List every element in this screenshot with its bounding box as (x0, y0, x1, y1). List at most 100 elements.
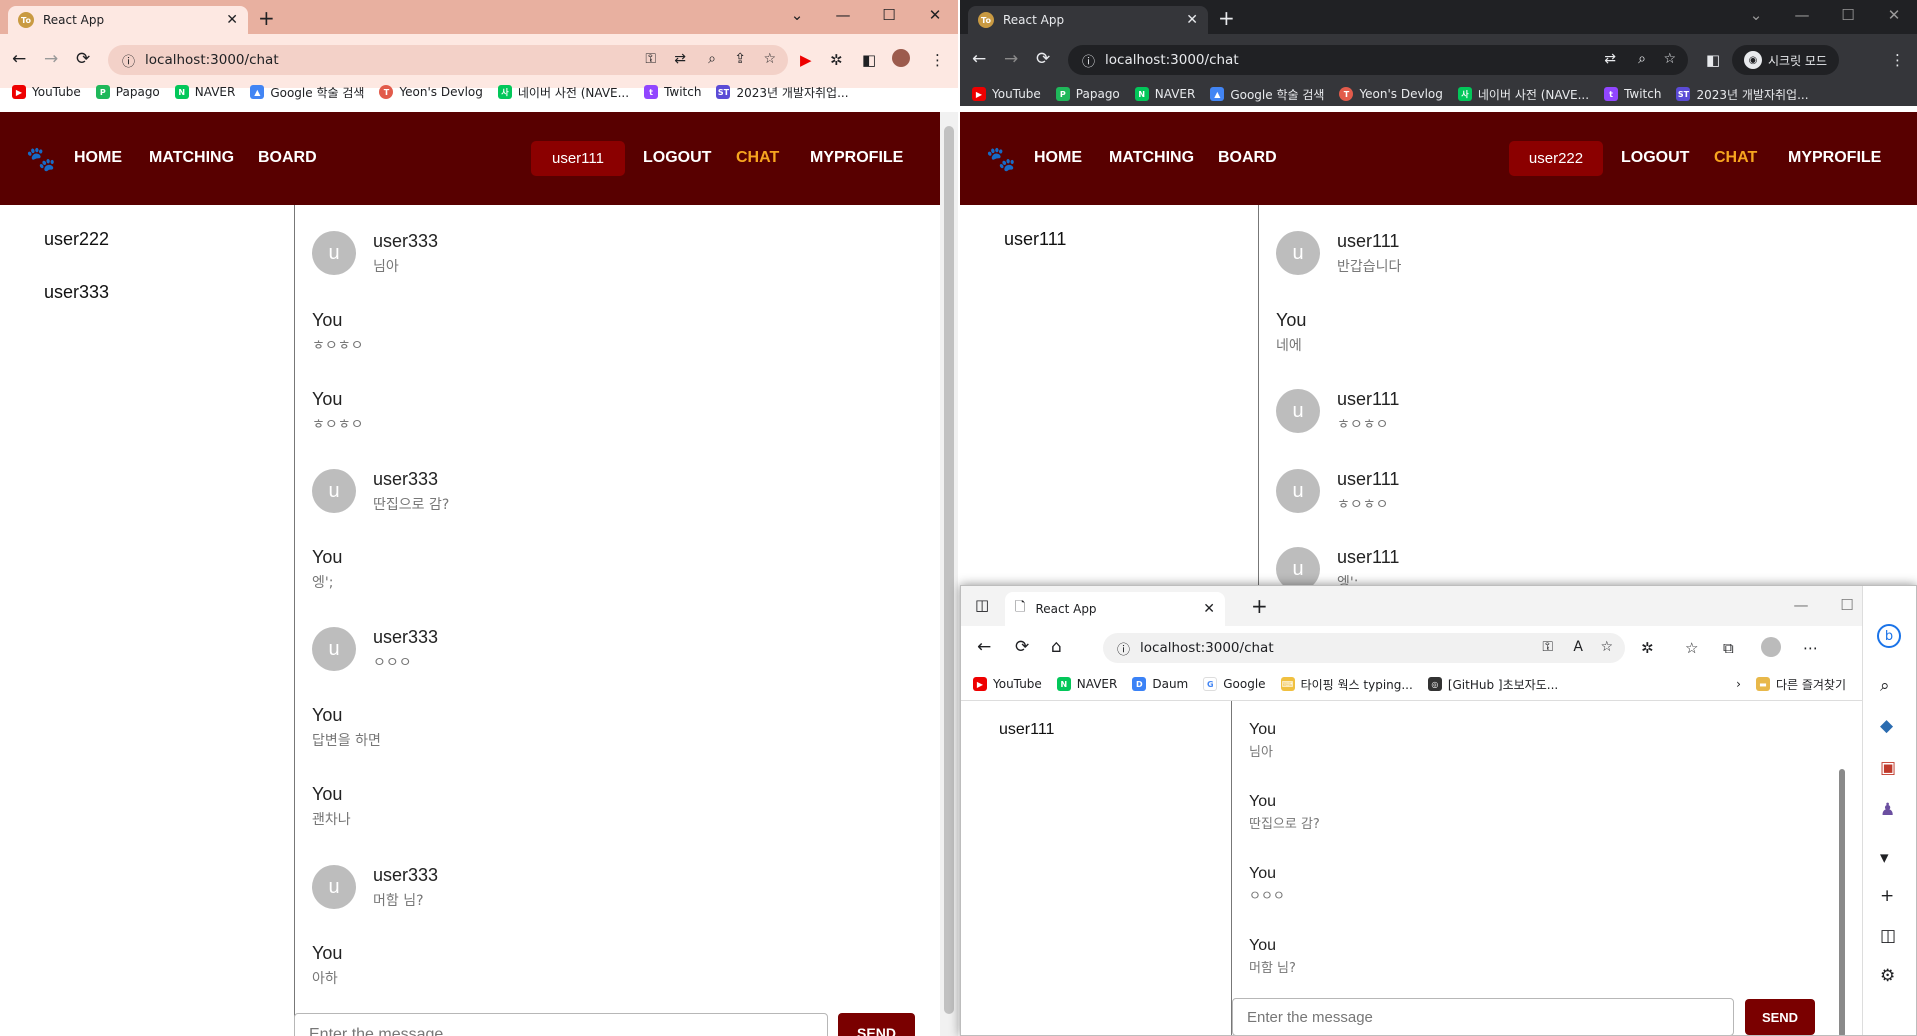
scrollbar[interactable] (940, 112, 958, 1036)
site-info-icon[interactable]: ⓘ (122, 51, 135, 70)
nav-logout[interactable]: LOGOUT (1621, 149, 1689, 167)
address-bar[interactable]: ⓘ localhost:3000/chat ⚿ ⇄ ⌕ ⇪ ☆ (108, 45, 788, 75)
forward-icon[interactable]: → (1004, 49, 1018, 69)
nav-board[interactable]: BOARD (1218, 149, 1277, 167)
settings-more-icon[interactable]: ⋯ (1803, 639, 1818, 657)
favorite-youtube[interactable]: ▶ YouTube (973, 677, 1042, 691)
back-icon[interactable]: ← (977, 637, 991, 657)
address-bar[interactable]: ⓘ localhost:3000/chat ⚿ A ☆ (1103, 633, 1625, 663)
current-user-pill[interactable]: user222 (1509, 141, 1603, 176)
bookmark-devlog[interactable]: T Yeon's Devlog (379, 85, 483, 99)
tools-briefcase-icon[interactable]: ▣ (1880, 758, 1896, 778)
reload-icon[interactable]: ⟳ (1036, 49, 1050, 69)
games-icon[interactable]: ♟ (1880, 800, 1895, 820)
extension-youtube-icon[interactable]: ▶ (800, 51, 812, 69)
translate-icon[interactable]: ⇄ (674, 51, 686, 67)
close-tab-icon[interactable]: ✕ (1203, 601, 1215, 617)
paw-logo-icon[interactable]: 🐾 (26, 145, 56, 174)
browser-tab[interactable]: To React App ✕ (8, 6, 248, 34)
bookmark-naver-dict[interactable]: 사 네이버 사전 (NAVE... (497, 84, 629, 101)
favorites-icon[interactable]: ☆ (1685, 639, 1698, 657)
new-tab-icon[interactable]: + (258, 8, 275, 28)
collections-icon[interactable]: ⧉ (1723, 639, 1734, 657)
favorite-github[interactable]: ◎ [GitHub ]초보자도... (1427, 676, 1558, 693)
bookmark-devlog[interactable]: T Yeon's Devlog (1339, 87, 1443, 101)
bookmark-google-scholar[interactable]: ▲ Google 학술 검색 (1210, 86, 1324, 103)
nav-matching[interactable]: MATCHING (149, 149, 234, 167)
bookmark-naver-dict[interactable]: 사 네이버 사전 (NAVE... (1457, 86, 1589, 103)
favorite-typing[interactable]: ⌨ 타이핑 웍스 typing... (1280, 676, 1413, 693)
more-favorites-chevron-icon[interactable]: › (1736, 677, 1741, 691)
site-info-icon[interactable]: ⓘ (1117, 639, 1130, 658)
bing-chat-icon[interactable]: b (1877, 624, 1901, 648)
scrollbar-thumb[interactable] (1839, 769, 1845, 1035)
menu-kebab-icon[interactable]: ⋮ (1890, 51, 1905, 69)
chat-room-item[interactable]: user111 (999, 721, 1054, 739)
bookmark-youtube[interactable]: ▶ YouTube (972, 87, 1041, 101)
close-window-icon[interactable]: ✕ (1871, 4, 1917, 26)
sidebar-settings-gear-icon[interactable]: ⚙ (1880, 966, 1895, 986)
nav-home[interactable]: HOME (74, 149, 122, 167)
message-input[interactable]: Enter the message (294, 1013, 828, 1036)
bookmark-dev-job[interactable]: ST 2023년 개발자취업... (1676, 86, 1809, 103)
bookmark-star-icon[interactable]: ☆ (1663, 51, 1676, 67)
address-bar[interactable]: ⓘ localhost:3000/chat ⇄ ⌕ ☆ (1068, 45, 1688, 75)
minimize-icon[interactable]: — (1779, 4, 1825, 26)
reload-icon[interactable]: ⟳ (1015, 637, 1029, 657)
send-button[interactable]: SEND (1745, 999, 1815, 1035)
bookmark-dev-job[interactable]: ST 2023년 개발자취업... (716, 84, 849, 101)
tab-actions-icon[interactable]: ◫ (975, 596, 989, 614)
chat-room-item[interactable]: user333 (44, 282, 109, 303)
nav-logout[interactable]: LOGOUT (643, 149, 711, 167)
bookmark-twitch[interactable]: t Twitch (1604, 87, 1661, 101)
tab-search-icon[interactable]: ⌄ (1733, 4, 1779, 26)
send-button[interactable]: SEND (838, 1013, 915, 1036)
maximize-icon[interactable]: ☐ (866, 4, 912, 26)
side-panel-icon[interactable]: ◧ (862, 51, 876, 69)
bookmark-papago[interactable]: P Papago (95, 85, 160, 99)
chat-room-item[interactable]: user222 (44, 229, 109, 250)
key-icon[interactable]: ⚿ (645, 51, 656, 67)
favorite-google[interactable]: G Google (1203, 677, 1266, 691)
nav-matching[interactable]: MATCHING (1109, 149, 1194, 167)
back-icon[interactable]: ← (972, 49, 986, 69)
favorite-daum[interactable]: D Daum (1132, 677, 1188, 691)
minimize-icon[interactable]: — (1778, 594, 1824, 616)
nav-chat[interactable]: CHAT (736, 149, 779, 167)
share-icon[interactable]: ⇪ (734, 51, 746, 67)
bookmark-youtube[interactable]: ▶ YouTube (12, 85, 81, 99)
bookmark-google-scholar[interactable]: ▲ Google 학술 검색 (250, 84, 364, 101)
search-icon[interactable]: ⌕ (1880, 676, 1890, 696)
other-favorites[interactable]: ▬ 다른 즐겨찾기 (1755, 676, 1846, 693)
bookmark-naver[interactable]: N NAVER (174, 85, 235, 99)
favorite-naver[interactable]: N NAVER (1056, 677, 1117, 691)
menu-kebab-icon[interactable]: ⋮ (930, 51, 945, 69)
back-icon[interactable]: ← (12, 49, 26, 69)
password-key-icon[interactable]: ⚿ (1542, 639, 1553, 655)
bookmark-twitch[interactable]: t Twitch (644, 85, 701, 99)
read-aloud-icon[interactable]: A (1573, 639, 1583, 655)
translate-icon[interactable]: ⇄ (1604, 51, 1616, 67)
incognito-badge[interactable]: ◉ 시크릿 모드 (1732, 45, 1840, 75)
new-tab-icon[interactable]: + (1251, 596, 1268, 616)
site-info-icon[interactable]: ⓘ (1082, 51, 1095, 70)
bookmark-papago[interactable]: P Papago (1055, 87, 1120, 101)
profile-avatar[interactable] (1761, 637, 1781, 657)
tab-search-icon[interactable]: ⌄ (774, 4, 820, 26)
side-panel-icon[interactable]: ◧ (1706, 51, 1720, 69)
new-tab-icon[interactable]: + (1218, 8, 1235, 28)
shopping-tag-icon[interactable]: ◆ (1880, 716, 1893, 736)
extensions-puzzle-icon[interactable]: ✲ (830, 51, 843, 69)
home-icon[interactable]: ⌂ (1051, 637, 1062, 657)
close-window-icon[interactable]: ✕ (912, 4, 958, 26)
nav-myprofile[interactable]: MYPROFILE (810, 149, 903, 167)
hide-sidebar-icon[interactable]: ◫ (1880, 926, 1896, 946)
nav-chat[interactable]: CHAT (1714, 149, 1757, 167)
scrollbar[interactable] (1837, 701, 1847, 1035)
sidebar-dropdown-icon[interactable]: ▾ (1880, 848, 1889, 868)
bookmark-star-icon[interactable]: ☆ (763, 51, 776, 67)
reload-icon[interactable]: ⟳ (76, 49, 90, 69)
maximize-icon[interactable]: ☐ (1825, 4, 1871, 26)
current-user-pill[interactable]: user111 (531, 141, 625, 176)
extensions-icon[interactable]: ✲ (1641, 639, 1654, 657)
